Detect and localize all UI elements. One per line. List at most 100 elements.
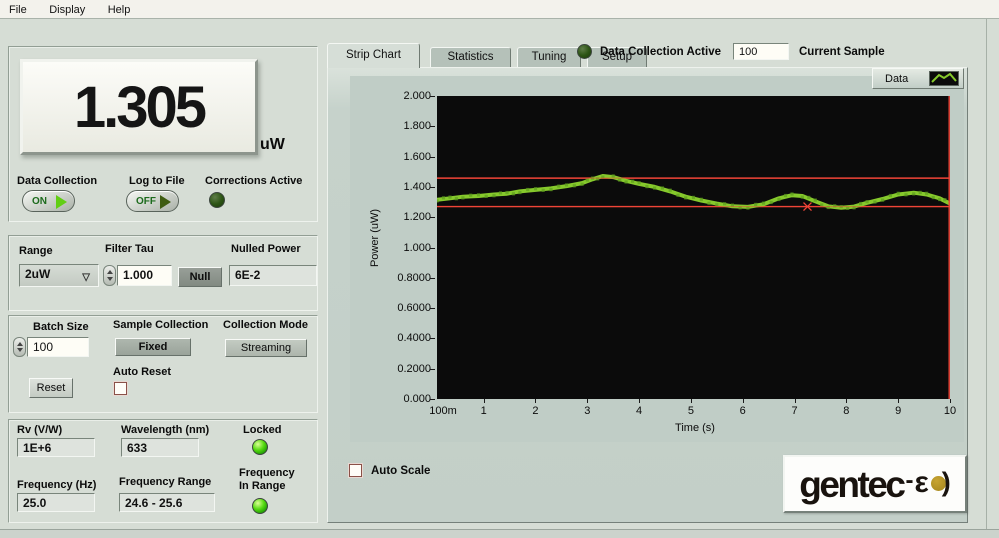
- trace-marker: [573, 184, 576, 187]
- frequency-field[interactable]: 25.0: [17, 493, 95, 512]
- trace-marker: [461, 196, 464, 199]
- dropdown-arrow-icon: ▽: [82, 272, 90, 283]
- trace-marker: [631, 180, 634, 183]
- trace-marker: [455, 197, 458, 200]
- trace-marker: [518, 191, 521, 194]
- trace-marker: [912, 192, 915, 195]
- x-tick-mark: [743, 399, 744, 403]
- current-sample-label: Current Sample: [799, 46, 885, 58]
- trace-marker: [846, 207, 849, 210]
- y-tick-mark: [430, 338, 435, 339]
- batch-size-label: Batch Size: [33, 321, 89, 333]
- y-tick-mark: [430, 308, 435, 309]
- range-dropdown[interactable]: 2uW ▽: [19, 264, 99, 287]
- y-tick-mark: [430, 369, 435, 370]
- tab-statistics[interactable]: Statistics: [430, 47, 511, 68]
- wavelength-label: Wavelength (nm): [121, 424, 209, 436]
- frequency-in-range-label-2: In Range: [239, 480, 285, 492]
- log-to-file-toggle[interactable]: OFF: [126, 190, 179, 212]
- current-sample-field: 100: [733, 43, 789, 60]
- trace-marker: [534, 187, 537, 190]
- auto-scale-checkbox[interactable]: [349, 464, 362, 477]
- logo-hyphen: -: [906, 467, 914, 495]
- batch-size-input[interactable]: 100: [27, 337, 89, 357]
- tab-strip-chart[interactable]: Strip Chart: [327, 43, 420, 68]
- x-tick-label: 8: [843, 405, 849, 417]
- x-tick-mark: [691, 399, 692, 403]
- trace-marker: [612, 174, 615, 177]
- trace-marker: [625, 180, 628, 183]
- trace-marker: [873, 201, 876, 204]
- wavelength-field[interactable]: 633: [121, 438, 199, 457]
- chart-legend[interactable]: Data: [872, 68, 964, 89]
- plot-area[interactable]: [437, 96, 950, 399]
- trace-marker: [754, 203, 757, 206]
- x-tick-label: 6: [740, 405, 746, 417]
- menu-help[interactable]: Help: [99, 1, 140, 16]
- tab-tuning[interactable]: Tuning: [517, 47, 581, 68]
- y-tick-label: 0.8000: [379, 272, 431, 284]
- menu-bar: File Display Help: [0, 0, 999, 19]
- sample-collection-button[interactable]: Fixed: [115, 338, 191, 356]
- strip-chart-svg[interactable]: [437, 96, 950, 399]
- readout-panel: 1.305 uW Data Collection Log to File Cor…: [8, 46, 318, 222]
- trace-marker: [448, 196, 451, 199]
- y-tick-label: 1.400: [379, 181, 431, 193]
- trace-marker: [723, 202, 726, 205]
- filter-tau-spinner[interactable]: [103, 265, 116, 286]
- null-button[interactable]: Null: [178, 267, 222, 287]
- trace-marker: [469, 194, 472, 197]
- x-axis-title: Time (s): [630, 422, 760, 434]
- y-tick-label: 2.000: [379, 90, 431, 102]
- y-tick-mark: [430, 399, 435, 400]
- rv-field[interactable]: 1E+6: [17, 438, 95, 457]
- batch-panel: Batch Size Sample Collection Collection …: [8, 315, 318, 413]
- filter-tau-label: Filter Tau: [105, 243, 154, 255]
- trace-marker: [684, 196, 687, 199]
- reset-button[interactable]: Reset: [29, 378, 73, 398]
- data-trace: [437, 176, 950, 208]
- log-to-file-toggle-label: OFF: [136, 196, 156, 207]
- trace-marker: [653, 187, 656, 190]
- trace-marker: [777, 198, 780, 201]
- filter-tau-input[interactable]: 1.000: [117, 265, 172, 286]
- window-right-edge: [986, 19, 987, 538]
- data-collection-active-led: [577, 44, 592, 59]
- auto-reset-checkbox[interactable]: [114, 382, 127, 395]
- collection-mode-button[interactable]: Streaming: [225, 339, 307, 357]
- trace-marker: [512, 192, 515, 195]
- data-collection-toggle[interactable]: ON: [22, 190, 75, 212]
- trace-marker: [700, 198, 703, 201]
- y-tick-mark: [430, 96, 435, 97]
- locked-label: Locked: [243, 424, 282, 436]
- trace-marker: [542, 189, 545, 192]
- trace-marker: [565, 183, 568, 186]
- x-tick-label: 1: [481, 405, 487, 417]
- frequency-in-range-led: [252, 498, 268, 514]
- trace-marker: [889, 194, 892, 197]
- y-tick-label: 1.800: [379, 120, 431, 132]
- trace-marker: [581, 183, 584, 186]
- x-tick-label: 4: [636, 405, 642, 417]
- trace-marker: [784, 194, 787, 197]
- range-label: Range: [19, 245, 53, 257]
- logo-word: gentec: [799, 466, 903, 503]
- menu-display[interactable]: Display: [40, 1, 94, 16]
- batch-size-spinner[interactable]: [13, 337, 26, 357]
- auto-reset-label: Auto Reset: [113, 366, 171, 378]
- gentec-logo: gentec - ε ): [783, 455, 967, 513]
- corrections-active-led: [209, 192, 225, 208]
- collection-mode-label: Collection Mode: [223, 319, 308, 331]
- trace-marker: [904, 193, 907, 196]
- x-tick-label: 100m: [429, 405, 457, 417]
- x-tick-label: 10: [944, 405, 956, 417]
- menu-file[interactable]: File: [0, 1, 36, 16]
- y-tick-mark: [430, 187, 435, 188]
- x-tick-mark: [898, 399, 899, 403]
- trace-marker: [492, 194, 495, 197]
- trace-marker: [477, 193, 480, 196]
- trace-marker: [919, 191, 922, 194]
- trace-marker: [925, 192, 928, 195]
- log-to-file-label: Log to File: [129, 175, 185, 187]
- trace-marker: [557, 185, 560, 188]
